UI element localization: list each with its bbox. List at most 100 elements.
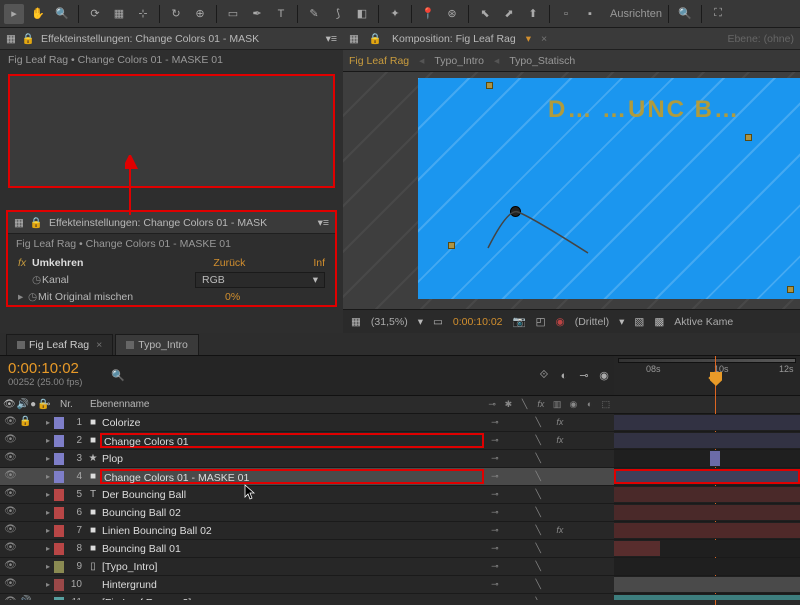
zoom-value[interactable]: (31,5%) xyxy=(371,316,408,328)
rotobrush-tool[interactable]: ✦ xyxy=(385,4,405,24)
quality-switch[interactable]: ╲ xyxy=(527,543,549,554)
quality-switch[interactable]: ╲ xyxy=(527,561,549,572)
visibility-toggle[interactable]: 👁 xyxy=(4,470,17,483)
timeline-tab-figleaf[interactable]: Fig Leaf Rag × xyxy=(6,334,113,355)
comp-tab-typointro[interactable]: Typo_Intro xyxy=(434,55,484,67)
label-color[interactable] xyxy=(54,489,64,501)
close-icon[interactable]: × xyxy=(541,33,547,45)
motionblur-switch[interactable] xyxy=(592,435,614,446)
shy-switch[interactable]: ⊸ xyxy=(484,417,506,428)
layer-track[interactable] xyxy=(614,468,800,485)
quality-switch[interactable]: ╲ xyxy=(527,525,549,536)
rotate-tool[interactable]: ↻ xyxy=(166,4,186,24)
fx-blend-value[interactable]: 0% xyxy=(225,291,325,303)
switch-shy-icon[interactable]: ⊸ xyxy=(484,399,500,410)
label-color[interactable] xyxy=(54,435,64,447)
visibility-toggle[interactable]: 👁 xyxy=(4,542,17,555)
visibility-toggle[interactable]: 👁 xyxy=(4,452,17,465)
snapshot-icon[interactable]: 📷 xyxy=(513,315,526,328)
layer-bar[interactable] xyxy=(614,487,800,502)
quality-switch[interactable]: ╲ xyxy=(527,507,549,518)
disclosure-icon[interactable]: ▸ xyxy=(42,508,54,517)
layer-bar[interactable] xyxy=(614,415,800,430)
pin2-tool[interactable]: ⊛ xyxy=(442,4,462,24)
collapse-switch[interactable] xyxy=(506,453,528,464)
frameblend-switch[interactable] xyxy=(571,543,593,554)
shy-switch[interactable]: ⊸ xyxy=(484,453,506,464)
blur-icon[interactable]: ◉ xyxy=(594,366,614,386)
search-icon[interactable]: 🔍 xyxy=(675,4,695,24)
dropdown-icon[interactable]: ▾ xyxy=(619,316,624,328)
shape-tool[interactable]: ▭ xyxy=(223,4,243,24)
camera-tool[interactable]: ▦ xyxy=(109,4,129,24)
quality-switch[interactable]: ╲ xyxy=(527,435,549,446)
anchor-tool[interactable]: ⊕ xyxy=(190,4,210,24)
disclosure-icon[interactable]: ▸ xyxy=(42,418,54,427)
panel-menu-icon[interactable]: ▾≡ xyxy=(318,217,329,229)
layer-name[interactable]: [Fig Leaf Rag.mp3] xyxy=(100,597,484,601)
pen-tool[interactable]: ✒ xyxy=(247,4,267,24)
disclosure-icon[interactable]: ▸ xyxy=(42,436,54,445)
stopwatch-icon[interactable]: ◷ xyxy=(28,291,38,303)
orbit-tool[interactable]: ⟳ xyxy=(85,4,105,24)
disclosure-icon[interactable]: ▸ xyxy=(42,490,54,499)
layer-track[interactable] xyxy=(614,576,800,593)
layer-bar[interactable] xyxy=(614,433,800,448)
layer-row[interactable]: 👁▸8■Bouncing Ball 01⊸╲ xyxy=(0,540,800,558)
effects-panel-header[interactable]: ▦ 🔒 Effekteinstellungen: Change Colors 0… xyxy=(0,28,343,50)
brush-tool[interactable]: ✎ xyxy=(304,4,324,24)
motionblur-switch[interactable] xyxy=(592,543,614,554)
fx-reset-link[interactable]: Zurück xyxy=(213,257,313,269)
audio-toggle[interactable]: 🔊 xyxy=(19,596,32,600)
view-axis-tool[interactable]: ⬆ xyxy=(523,4,543,24)
eraser-tool[interactable]: ◧ xyxy=(352,4,372,24)
collapse-switch[interactable] xyxy=(506,489,528,500)
visibility-toggle[interactable]: 👁 xyxy=(4,524,17,537)
layer-row[interactable]: 👁▸7■Linien Bouncing Ball 02⊸╲fx xyxy=(0,522,800,540)
frameblend-switch[interactable] xyxy=(571,453,593,464)
transform-handle[interactable] xyxy=(486,82,493,89)
switch-motionblur-icon[interactable]: ◉ xyxy=(565,399,581,410)
layer-bar[interactable] xyxy=(614,541,660,556)
comp-tab-typostatisch[interactable]: Typo_Statisch xyxy=(509,55,575,67)
layer-bar[interactable] xyxy=(614,469,800,484)
visibility-toggle[interactable]: 👁 xyxy=(4,434,17,447)
collapse-switch[interactable] xyxy=(506,507,528,518)
lock-icon[interactable]: 🔒 xyxy=(30,216,43,229)
layer-track[interactable] xyxy=(614,414,800,431)
visibility-toggle[interactable]: 👁 xyxy=(4,596,17,600)
shy-icon[interactable]: ⊸ xyxy=(574,366,594,386)
selection-tool[interactable]: ▸ xyxy=(4,4,24,24)
toggle-icon[interactable]: ▩ xyxy=(654,316,664,328)
clone-tool[interactable]: ⟆ xyxy=(328,4,348,24)
quality-switch[interactable]: ╲ xyxy=(527,417,549,428)
layer-bar[interactable] xyxy=(710,451,720,466)
layer-name[interactable]: Bouncing Ball 02 xyxy=(100,507,484,519)
resolution-value[interactable]: (Drittel) xyxy=(575,316,609,328)
disclosure-icon[interactable]: ▸ xyxy=(42,580,54,589)
grid-icon[interactable]: ▦ xyxy=(351,316,361,328)
layer-bar[interactable] xyxy=(614,595,800,600)
collapse-switch[interactable] xyxy=(506,417,528,428)
collapse-switch[interactable] xyxy=(506,525,528,536)
label-color[interactable] xyxy=(54,471,64,483)
label-color[interactable] xyxy=(54,561,64,573)
type-tool[interactable]: T xyxy=(271,4,291,24)
transform-handle[interactable] xyxy=(448,242,455,249)
transform-handle[interactable] xyxy=(787,286,794,293)
disclosure-icon[interactable]: ▸ xyxy=(42,454,54,463)
fx-switch[interactable]: fx xyxy=(549,417,571,428)
frameblend-switch[interactable] xyxy=(571,489,593,500)
draft-icon[interactable]: ◐ xyxy=(554,366,574,386)
disclosure-icon[interactable]: ▸ xyxy=(18,291,28,303)
camera-value[interactable]: Aktive Kame xyxy=(674,316,733,328)
fx-switch[interactable] xyxy=(549,579,571,590)
layer-track[interactable] xyxy=(614,522,800,539)
time-ruler[interactable]: 08s 10s 12s xyxy=(614,356,800,395)
layer-bar[interactable] xyxy=(614,523,800,538)
motionblur-switch[interactable] xyxy=(592,453,614,464)
snap1-icon[interactable]: ▫ xyxy=(556,4,576,24)
panel-menu-icon[interactable]: ▾≡ xyxy=(326,33,337,45)
layer-row[interactable]: 👁▸2■Change Colors 01⊸╲fx xyxy=(0,432,800,450)
layer-track[interactable] xyxy=(614,450,800,467)
